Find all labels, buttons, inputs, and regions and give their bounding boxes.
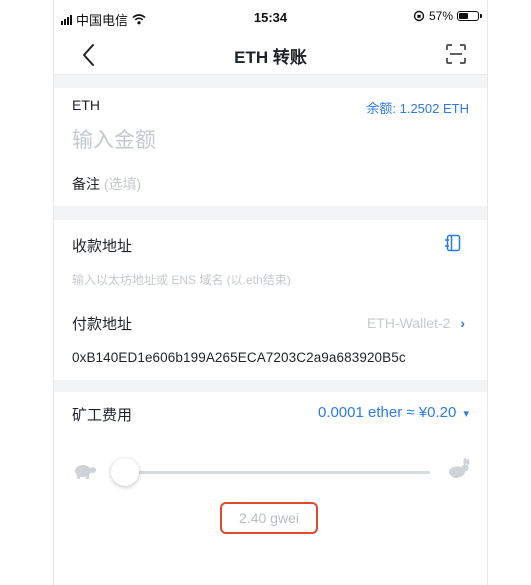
page-title: ETH 转账	[234, 48, 307, 67]
fee-label: 矿工费用	[72, 407, 133, 424]
scan-qr-icon[interactable]	[445, 43, 467, 65]
fee-slider-handle[interactable]	[111, 458, 139, 486]
fee-selector[interactable]: 0.0001 ether ≈ ¥0.20 ▾	[318, 404, 469, 421]
orientation-lock-icon	[413, 10, 425, 22]
payer-label: 付款地址	[72, 316, 133, 333]
balance-text: 余额: 1.2502 ETH	[366, 101, 469, 116]
gas-price-display: 2.40 gwei	[220, 502, 318, 534]
amount-card: ETH 余额: 1.2502 ETH 输入金额 备注 (选填)	[54, 88, 487, 206]
token-label: ETH	[72, 97, 100, 113]
recipient-label: 收款地址	[72, 238, 133, 255]
address-book-icon[interactable]	[444, 234, 462, 252]
chevron-down-icon: ▾	[463, 408, 469, 420]
recipient-address-input[interactable]: 输入以太坊地址或 ENS 域名 (以.eth结束)	[72, 271, 291, 288]
amount-input[interactable]: 输入金额	[72, 124, 156, 154]
chevron-right-icon: ›	[460, 315, 465, 331]
address-card: 收款地址 输入以太坊地址或 ENS 域名 (以.eth结束) 付款地址 ETH-…	[54, 220, 487, 380]
fee-slider-track[interactable]	[134, 471, 430, 474]
rabbit-fast-icon	[449, 458, 470, 478]
note-input[interactable]: (选填)	[104, 176, 141, 192]
note-row[interactable]: 备注 (选填)	[72, 174, 141, 194]
wallet-name: ETH-Wallet-2	[366, 315, 451, 331]
nav-bar: ETH 转账	[54, 34, 487, 75]
payer-address: 0xB140ED1e606b199A265ECA7203C2a9a683920B…	[72, 350, 406, 365]
wallet-selector[interactable]: ETH-Wallet-2 ›	[367, 315, 465, 331]
battery-icon	[457, 11, 482, 21]
phone-screen: 中国电信 15:34 57% ETH 转账 ETH 余额: 1.2502 ETH…	[53, 0, 488, 585]
note-label: 备注	[72, 176, 100, 192]
battery-percent: 57%	[428, 9, 453, 23]
status-bar: 中国电信 15:34 57%	[54, 0, 487, 34]
fee-card: 矿工费用 0.0001 ether ≈ ¥0.20 ▾ 2.40 gwei	[54, 392, 487, 585]
fee-value: 0.0001 ether ≈ ¥0.20	[317, 404, 457, 421]
status-right: 57%	[413, 9, 482, 23]
turtle-slow-icon	[75, 465, 96, 479]
